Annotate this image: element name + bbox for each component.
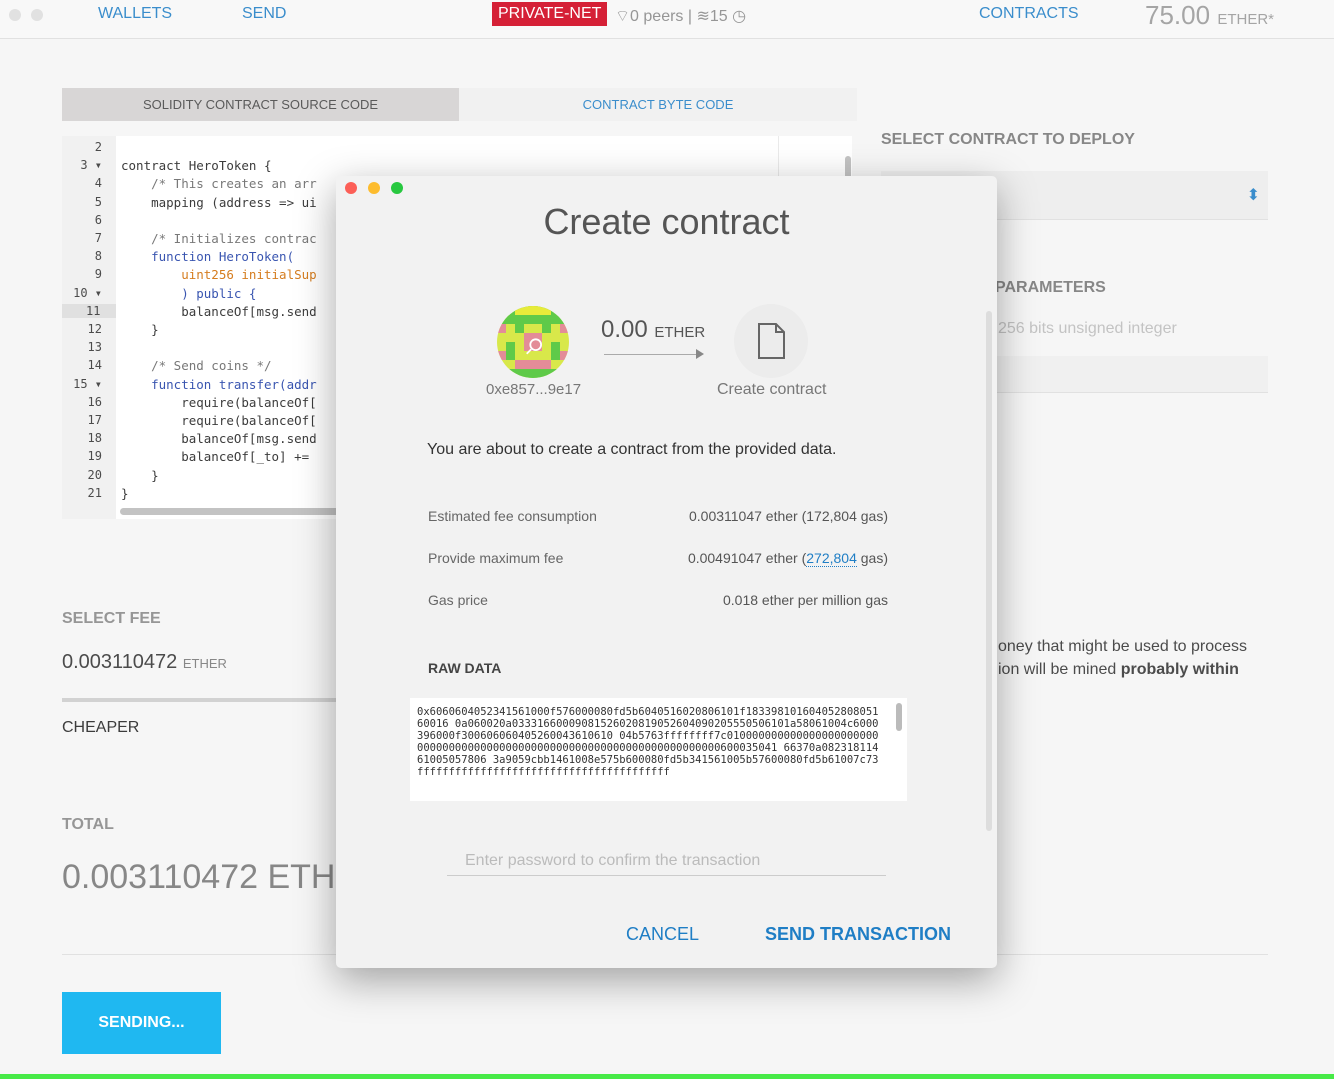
amount-unit: ETHER bbox=[654, 324, 706, 341]
cancel-button[interactable]: CANCEL bbox=[626, 924, 699, 945]
document-icon bbox=[734, 304, 808, 378]
to-label: Create contract bbox=[717, 381, 827, 398]
close-window-icon[interactable] bbox=[345, 182, 357, 194]
gas-price-label: Gas price bbox=[428, 592, 488, 608]
zoom-window-icon[interactable] bbox=[391, 182, 403, 194]
send-transaction-button[interactable]: SEND TRANSACTION bbox=[765, 924, 951, 945]
account-identicon bbox=[497, 306, 569, 378]
max-gas-link[interactable]: 272,804 bbox=[806, 550, 857, 567]
from-address: 0xe857...9e17 bbox=[486, 381, 582, 398]
raw-data-scrollbar[interactable] bbox=[896, 703, 902, 731]
gas-price-value: 0.018 ether per million gas bbox=[723, 592, 888, 608]
max-fee-prefix: 0.00491047 ether ( bbox=[687, 550, 807, 566]
amount-value: 0.00 bbox=[601, 316, 648, 343]
arrow-right-icon bbox=[604, 354, 700, 355]
raw-data-box[interactable]: 0x6060604052341561000f576000080fd5b60405… bbox=[410, 698, 907, 801]
arrow-head-icon bbox=[696, 349, 704, 359]
dialog-title: Create contract bbox=[543, 201, 790, 242]
raw-data-text: 0x6060604052341561000f576000080fd5b60405… bbox=[417, 706, 879, 778]
minimize-window-icon[interactable] bbox=[368, 182, 380, 194]
raw-data-title: RAW DATA bbox=[428, 660, 502, 676]
create-contract-dialog: Create contract 0xe857...9e17 0.00 ETHER… bbox=[336, 176, 997, 968]
estimated-fee-label: Estimated fee consumption bbox=[428, 508, 597, 524]
dialog-scrollbar[interactable] bbox=[986, 311, 992, 831]
max-fee-suffix: gas) bbox=[856, 550, 888, 566]
max-fee-label: Provide maximum fee bbox=[428, 550, 564, 566]
about-text: You are about to create a contract from … bbox=[427, 441, 837, 458]
transfer-amount: 0.00 ETHER bbox=[601, 316, 705, 344]
max-fee-value: 0.00491047 ether (272,804 gas) bbox=[687, 550, 888, 567]
password-input[interactable] bbox=[447, 846, 886, 876]
estimated-fee-value: 0.00311047 ether (172,804 gas) bbox=[688, 508, 888, 524]
